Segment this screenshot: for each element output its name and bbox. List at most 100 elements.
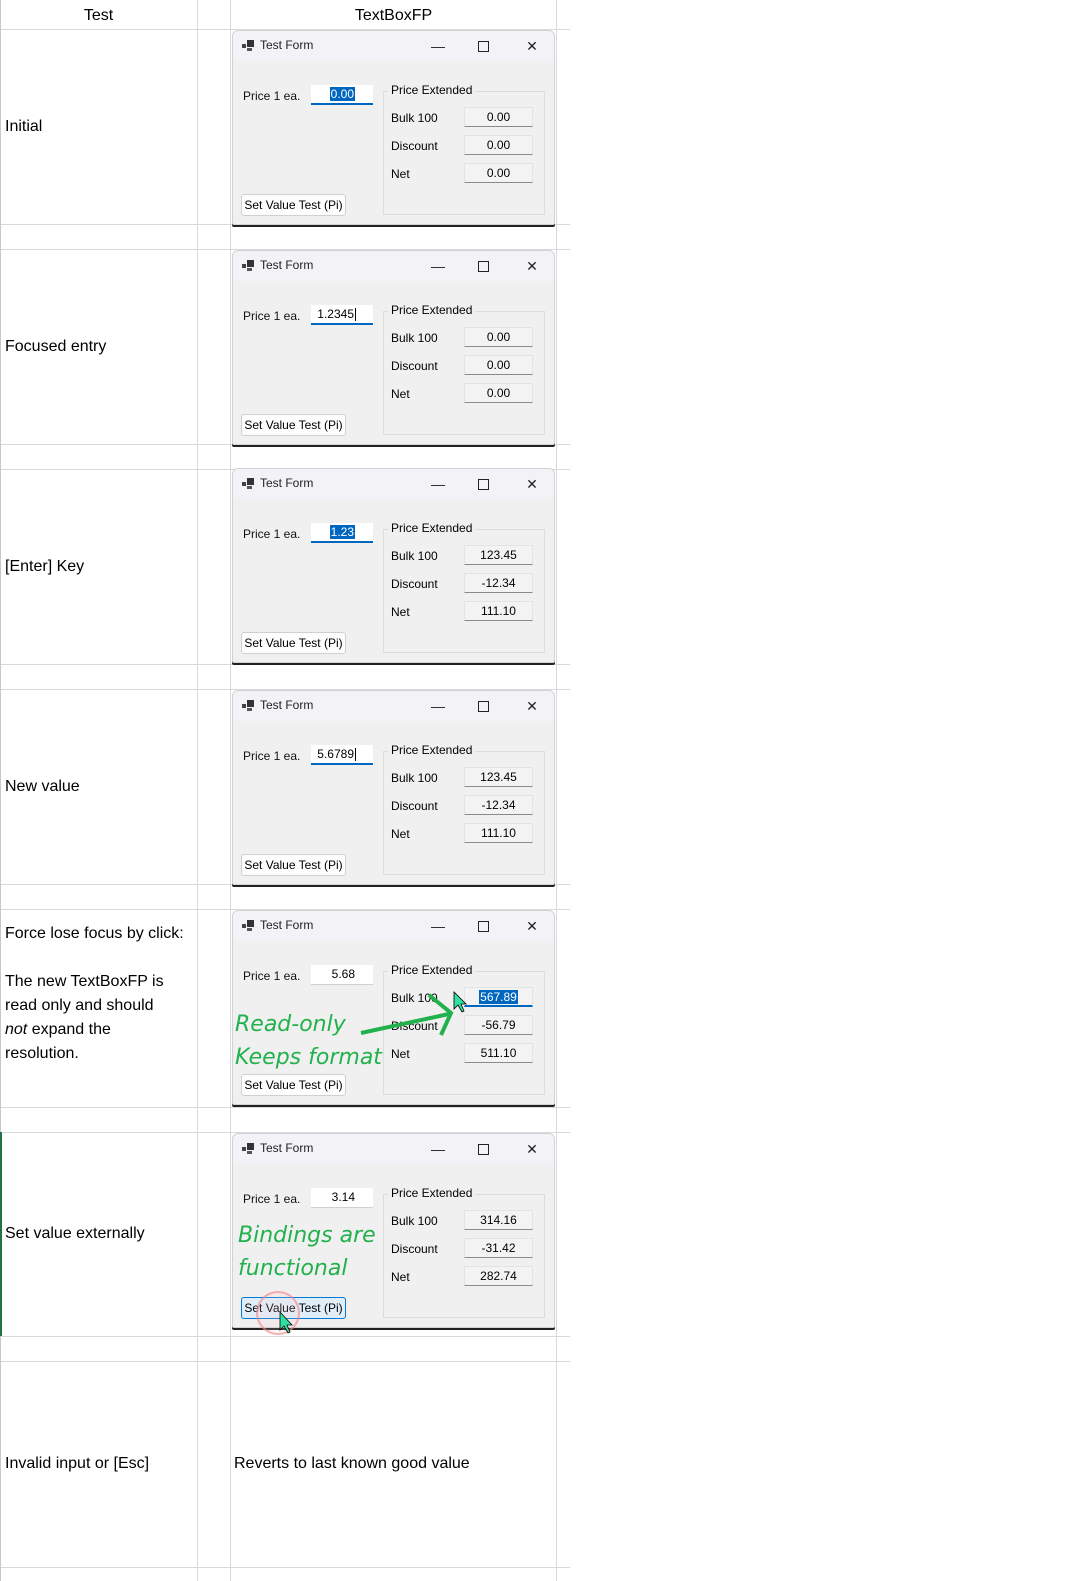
net-field[interactable]: 511.10 bbox=[464, 1043, 533, 1063]
row-divider bbox=[0, 1361, 570, 1362]
net-field[interactable]: 0.00 bbox=[464, 163, 533, 183]
price-input[interactable]: 5.6789 bbox=[311, 745, 373, 765]
discount-field[interactable]: 0.00 bbox=[464, 135, 533, 155]
group-title: Price Extended bbox=[388, 521, 476, 535]
row-divider bbox=[0, 1336, 570, 1337]
group-title: Price Extended bbox=[388, 743, 476, 757]
price-input[interactable]: 1.2345 bbox=[311, 305, 373, 325]
title-bar: Test Form — ✕ bbox=[233, 911, 554, 941]
test-label: [Enter] Key bbox=[5, 558, 85, 575]
bulk-label: Bulk 100 bbox=[391, 549, 438, 563]
bulk-field[interactable]: 123.45 bbox=[464, 545, 533, 565]
close-button[interactable]: ✕ bbox=[522, 916, 542, 936]
price-input[interactable]: 3.14 bbox=[311, 1188, 373, 1208]
maximize-button[interactable] bbox=[473, 36, 493, 56]
row-divider bbox=[0, 1107, 570, 1108]
price-label: Price 1 ea. bbox=[243, 969, 301, 983]
group-title: Price Extended bbox=[388, 963, 476, 977]
annotation-functional: functional bbox=[238, 1256, 348, 1281]
group-title: Price Extended bbox=[388, 303, 476, 317]
net-field[interactable]: 282.74 bbox=[464, 1266, 533, 1286]
set-value-test-button[interactable]: Set Value Test (Pi) bbox=[241, 414, 346, 436]
test-form-window: Test Form — ✕ Price 1 ea. 3.14 Price Ext… bbox=[232, 1133, 555, 1335]
bulk-field[interactable]: 0.00 bbox=[464, 327, 533, 347]
maximize-button[interactable] bbox=[473, 916, 493, 936]
maximize-icon bbox=[477, 920, 489, 932]
maximize-button[interactable] bbox=[473, 696, 493, 716]
price-input[interactable]: 0.00 bbox=[311, 85, 373, 105]
bulk-label: Bulk 100 bbox=[391, 331, 438, 345]
click-indicator bbox=[256, 1291, 300, 1335]
close-button[interactable]: ✕ bbox=[522, 474, 542, 494]
price-label: Price 1 ea. bbox=[243, 527, 301, 541]
test-form-window: Test Form — ✕ Price 1 ea. 5.6789 Price E… bbox=[232, 690, 555, 885]
text-caret bbox=[355, 748, 356, 762]
set-value-test-button[interactable]: Set Value Test (Pi) bbox=[241, 854, 346, 876]
bulk-field[interactable]: 314.16 bbox=[464, 1210, 533, 1230]
column-divider bbox=[0, 0, 1, 1581]
minimize-button[interactable]: — bbox=[428, 256, 448, 276]
net-field[interactable]: 0.00 bbox=[464, 383, 533, 403]
maximize-icon bbox=[477, 478, 489, 490]
group-title: Price Extended bbox=[388, 83, 476, 97]
minimize-button[interactable]: — bbox=[428, 1139, 448, 1159]
discount-field[interactable]: -56.79 bbox=[464, 1015, 533, 1035]
maximize-button[interactable] bbox=[473, 474, 493, 494]
annotation-bindings: Bindings are bbox=[238, 1223, 376, 1248]
bulk-field[interactable]: 0.00 bbox=[464, 107, 533, 127]
minimize-button[interactable]: — bbox=[428, 696, 448, 716]
net-field[interactable]: 111.10 bbox=[464, 823, 533, 843]
bulk-label: Bulk 100 bbox=[391, 771, 438, 785]
title-bar: Test Form — ✕ bbox=[233, 31, 554, 61]
price-label: Price 1 ea. bbox=[243, 309, 301, 323]
bulk-label: Bulk 100 bbox=[391, 991, 438, 1005]
maximize-icon bbox=[477, 40, 489, 52]
close-button[interactable]: ✕ bbox=[522, 256, 542, 276]
net-field[interactable]: 111.10 bbox=[464, 601, 533, 621]
bulk-field[interactable]: 567.89 bbox=[464, 987, 533, 1007]
row-divider bbox=[0, 1567, 570, 1568]
price-label: Price 1 ea. bbox=[243, 1192, 301, 1206]
bulk-label: Bulk 100 bbox=[391, 1214, 438, 1228]
test-label: Invalid input or [Esc] bbox=[5, 1455, 150, 1472]
discount-field[interactable]: -12.34 bbox=[464, 573, 533, 593]
text-line: not expand the bbox=[5, 1018, 184, 1042]
price-value: 5.68 bbox=[331, 967, 355, 981]
text-span: expand the bbox=[27, 1021, 111, 1038]
set-value-test-button[interactable]: Set Value Test (Pi) bbox=[241, 1074, 346, 1096]
net-label: Net bbox=[391, 1047, 410, 1061]
minimize-button[interactable]: — bbox=[428, 474, 448, 494]
column-divider bbox=[556, 0, 557, 1581]
discount-field[interactable]: 0.00 bbox=[464, 355, 533, 375]
discount-field[interactable]: -12.34 bbox=[464, 795, 533, 815]
app-icon bbox=[242, 920, 254, 932]
price-value: 5.6789 bbox=[317, 747, 354, 761]
close-button[interactable]: ✕ bbox=[522, 696, 542, 716]
bulk-field[interactable]: 123.45 bbox=[464, 767, 533, 787]
annotation-keeps-format: Keeps format bbox=[235, 1045, 382, 1070]
text-caret bbox=[355, 308, 356, 322]
close-button[interactable]: ✕ bbox=[522, 36, 542, 56]
discount-field[interactable]: -31.42 bbox=[464, 1238, 533, 1258]
price-value: 0.00 bbox=[329, 87, 355, 101]
set-value-test-button[interactable]: Set Value Test (Pi) bbox=[241, 194, 346, 216]
app-icon bbox=[242, 260, 254, 272]
test-label: Focused entry bbox=[5, 338, 107, 355]
maximize-button[interactable] bbox=[473, 256, 493, 276]
minimize-button[interactable]: — bbox=[428, 36, 448, 56]
net-label: Net bbox=[391, 605, 410, 619]
price-input[interactable]: 1.23 bbox=[311, 523, 373, 543]
test-form-window: Test Form — ✕ Price 1 ea. 1.23 Price Ext… bbox=[232, 468, 555, 663]
title-bar: Test Form — ✕ bbox=[233, 469, 554, 499]
window-title: Test Form bbox=[260, 38, 314, 52]
minimize-button[interactable]: — bbox=[428, 916, 448, 936]
title-bar: Test Form — ✕ bbox=[233, 691, 554, 721]
net-label: Net bbox=[391, 827, 410, 841]
set-value-test-button[interactable]: Set Value Test (Pi) bbox=[241, 632, 346, 654]
price-input[interactable]: 5.68 bbox=[311, 965, 373, 985]
title-bar: Test Form — ✕ bbox=[233, 251, 554, 281]
emphasis-text: not bbox=[5, 1021, 28, 1038]
maximize-button[interactable] bbox=[473, 1139, 493, 1159]
close-button[interactable]: ✕ bbox=[522, 1139, 542, 1159]
window-title: Test Form bbox=[260, 258, 314, 272]
